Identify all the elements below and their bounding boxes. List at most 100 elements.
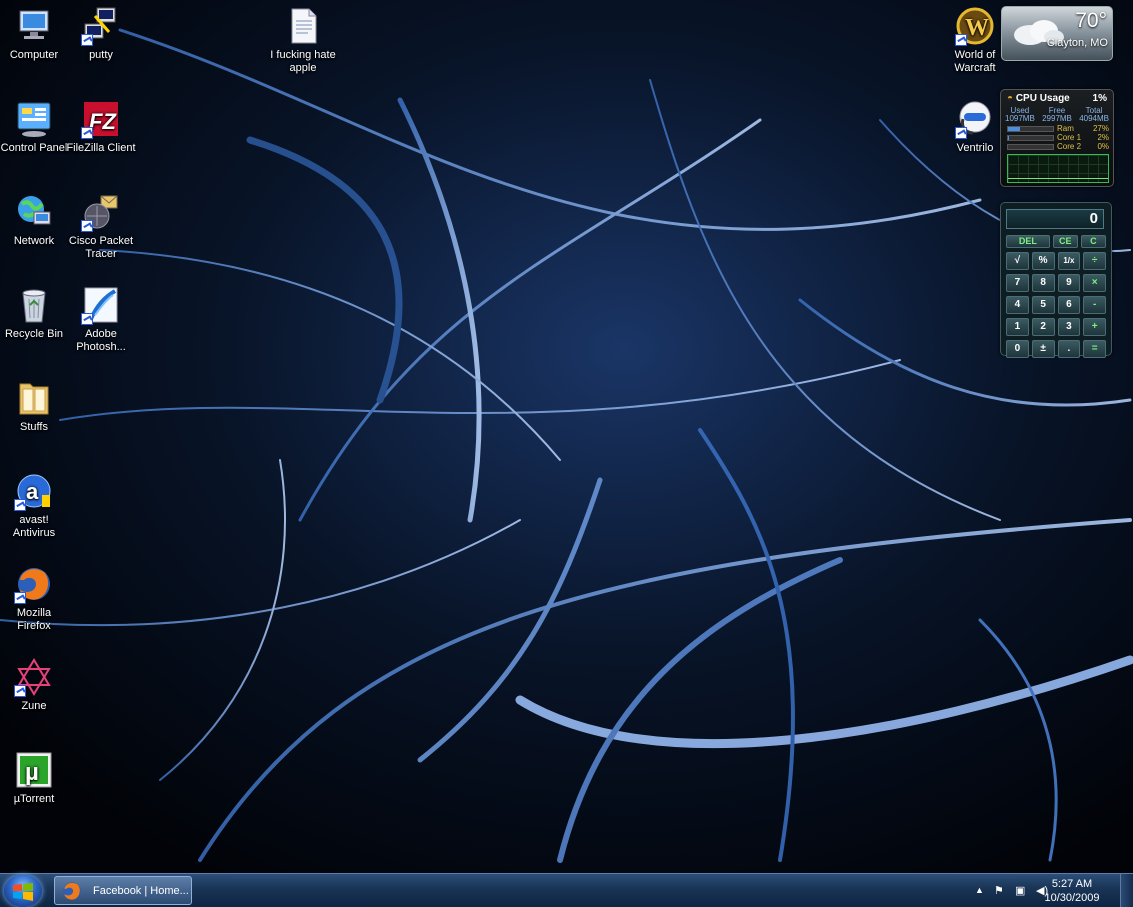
calculator-gadget[interactable]: 0 DEL CE C √ % 1/x ÷ 7 8 9 × 4 5 6 - 1 2…	[1000, 202, 1112, 358]
icon-label: Cisco Packet Tracer	[68, 235, 134, 260]
core2-row: Core 2 0%	[1007, 142, 1109, 151]
desktop-icon-firefox[interactable]: Mozilla Firefox	[0, 564, 69, 633]
up-arrow-icon[interactable]: ▲	[975, 885, 984, 895]
core1-row: Core 1 2%	[1007, 133, 1109, 142]
weather-temperature: 70°	[1075, 9, 1107, 32]
icon-label: Stuffs	[20, 421, 48, 433]
calc-key-7[interactable]: 7	[1006, 274, 1029, 292]
recycle-bin-icon	[22, 289, 46, 323]
desktop-icon-photoshop[interactable]: Adobe Photosh...	[66, 285, 136, 354]
desktop-icon-utorrent[interactable]: µ µTorrent	[0, 750, 69, 806]
desktop-icon-stuffs[interactable]: Stuffs	[0, 378, 69, 434]
network-tray-icon[interactable]: ▣	[1015, 884, 1025, 897]
desktop-icon-packet-tracer[interactable]: Cisco Packet Tracer	[66, 192, 136, 261]
system-tray: ▲ ⚑ ▣ ◀) 5:27 AM 10/30/2009	[972, 874, 1122, 907]
cpu-percent: 1%	[1092, 93, 1107, 104]
desktop-icon-network[interactable]: Network	[0, 192, 69, 248]
shortcut-arrow-icon	[81, 127, 93, 139]
firefox-icon	[63, 882, 81, 900]
svg-text:µ: µ	[25, 759, 39, 786]
shortcut-arrow-icon	[81, 313, 93, 325]
computer-icon	[19, 10, 49, 39]
svg-text:W: W	[965, 15, 989, 41]
network-icon	[18, 196, 51, 225]
cpu-graph	[1007, 154, 1109, 183]
icon-label: Control Panel	[0, 142, 68, 154]
icon-label: I fucking hate apple	[270, 49, 336, 74]
calc-key-minus[interactable]: -	[1083, 296, 1106, 314]
shortcut-arrow-icon	[81, 34, 93, 46]
icon-label: putty	[89, 49, 113, 61]
desktop-icon-zune[interactable]: Zune	[0, 657, 69, 713]
calc-key-decimal[interactable]: .	[1057, 340, 1081, 358]
calc-key-percent[interactable]: %	[1031, 252, 1055, 270]
calculator-display: 0	[1006, 209, 1104, 229]
icon-label: World of Warcraft	[954, 49, 996, 74]
calc-key-9[interactable]: 9	[1057, 274, 1081, 292]
calc-key-4[interactable]: 4	[1006, 296, 1029, 314]
icon-label: avast! Antivirus	[12, 514, 56, 539]
cpu-title: ◓ CPU Usage	[1007, 93, 1070, 104]
stat-total: Total 4094MB	[1079, 106, 1109, 123]
gauge-icon: ◓	[1007, 93, 1014, 104]
control-panel-icon	[17, 102, 51, 137]
utorrent-icon: µ	[16, 752, 52, 788]
flag-icon[interactable]: ⚑	[994, 884, 1004, 897]
desktop-icon-warcraft[interactable]: W World of Warcraft	[940, 6, 1010, 75]
calc-key-6[interactable]: 6	[1057, 296, 1081, 314]
stat-free: Free 2997MB	[1042, 106, 1072, 123]
desktop-icon-computer[interactable]: Computer	[0, 6, 69, 62]
clock[interactable]: 5:27 AM 10/30/2009	[1037, 877, 1107, 905]
stat-used: Used 1097MB	[1005, 106, 1035, 123]
taskbar: Facebook | Home... ▲ ⚑ ▣ ◀) 5:27 AM 10/3…	[0, 873, 1133, 907]
weather-gadget[interactable]: 70° Clayton, MO	[1001, 6, 1113, 61]
svg-text:FZ: FZ	[89, 109, 117, 134]
windows-logo-icon	[13, 883, 33, 901]
desktop-icon-putty[interactable]: putty	[66, 6, 136, 62]
calc-key-multiply[interactable]: ×	[1083, 274, 1106, 292]
shortcut-arrow-icon	[14, 685, 26, 697]
calc-key-5[interactable]: 5	[1031, 296, 1055, 314]
desktop-icon-avast[interactable]: a avast! Antivirus	[0, 471, 69, 540]
calculator-keypad: DEL CE C √ % 1/x ÷ 7 8 9 × 4 5 6 - 1 2 3…	[1006, 235, 1106, 362]
calc-key-reciprocal[interactable]: 1/x	[1057, 252, 1081, 270]
calc-key-3[interactable]: 3	[1057, 318, 1081, 336]
clock-time: 5:27 AM	[1051, 878, 1093, 890]
icon-label: µTorrent	[13, 793, 55, 805]
calc-key-1[interactable]: 1	[1006, 318, 1029, 336]
memory-stats: Used 1097MB Free 2997MB Total 4094MB	[1005, 107, 1109, 123]
desktop-icon-recycle-bin[interactable]: Recycle Bin	[0, 285, 69, 341]
icon-label: Computer	[9, 49, 59, 61]
folder-icon	[19, 383, 49, 415]
document-icon	[291, 8, 317, 44]
ram-bar	[1008, 127, 1021, 131]
icon-label: Recycle Bin	[4, 328, 64, 340]
desktop-icon-filezilla[interactable]: FZ FileZilla Client	[66, 99, 136, 155]
shortcut-arrow-icon	[14, 499, 26, 511]
calc-key-c[interactable]: C	[1080, 235, 1106, 248]
taskbar-item-firefox[interactable]: Facebook | Home...	[54, 876, 192, 905]
calc-key-0[interactable]: 0	[1006, 340, 1029, 358]
cpu-usage-gadget[interactable]: ◓ CPU Usage 1% Used 1097MB Free 2997MB Tot…	[1000, 89, 1114, 187]
show-desktop-button[interactable]	[1120, 874, 1133, 907]
desktop-icon-document[interactable]: I fucking hate apple	[268, 6, 338, 75]
shortcut-arrow-icon	[81, 220, 93, 232]
icon-label: Mozilla Firefox	[16, 607, 52, 632]
core1-bar	[1008, 136, 1009, 140]
desktop-icon-control-panel[interactable]: Control Panel	[0, 99, 69, 155]
calc-key-sqrt[interactable]: √	[1006, 252, 1029, 270]
calc-key-equals[interactable]: =	[1083, 340, 1106, 358]
svg-text:a: a	[26, 479, 39, 504]
calc-key-divide[interactable]: ÷	[1083, 252, 1106, 270]
calc-key-plus[interactable]: +	[1083, 318, 1106, 336]
start-button[interactable]	[4, 875, 42, 907]
calc-key-del[interactable]: DEL	[1006, 235, 1050, 248]
clock-date: 10/30/2009	[1044, 892, 1100, 904]
calc-key-negate[interactable]: ±	[1031, 340, 1055, 358]
calc-key-2[interactable]: 2	[1031, 318, 1055, 336]
ram-row: Ram 27%	[1007, 124, 1109, 133]
icon-label: Adobe Photosh...	[76, 328, 126, 353]
shortcut-arrow-icon	[14, 592, 26, 604]
calc-key-ce[interactable]: CE	[1052, 235, 1078, 248]
calc-key-8[interactable]: 8	[1031, 274, 1055, 292]
